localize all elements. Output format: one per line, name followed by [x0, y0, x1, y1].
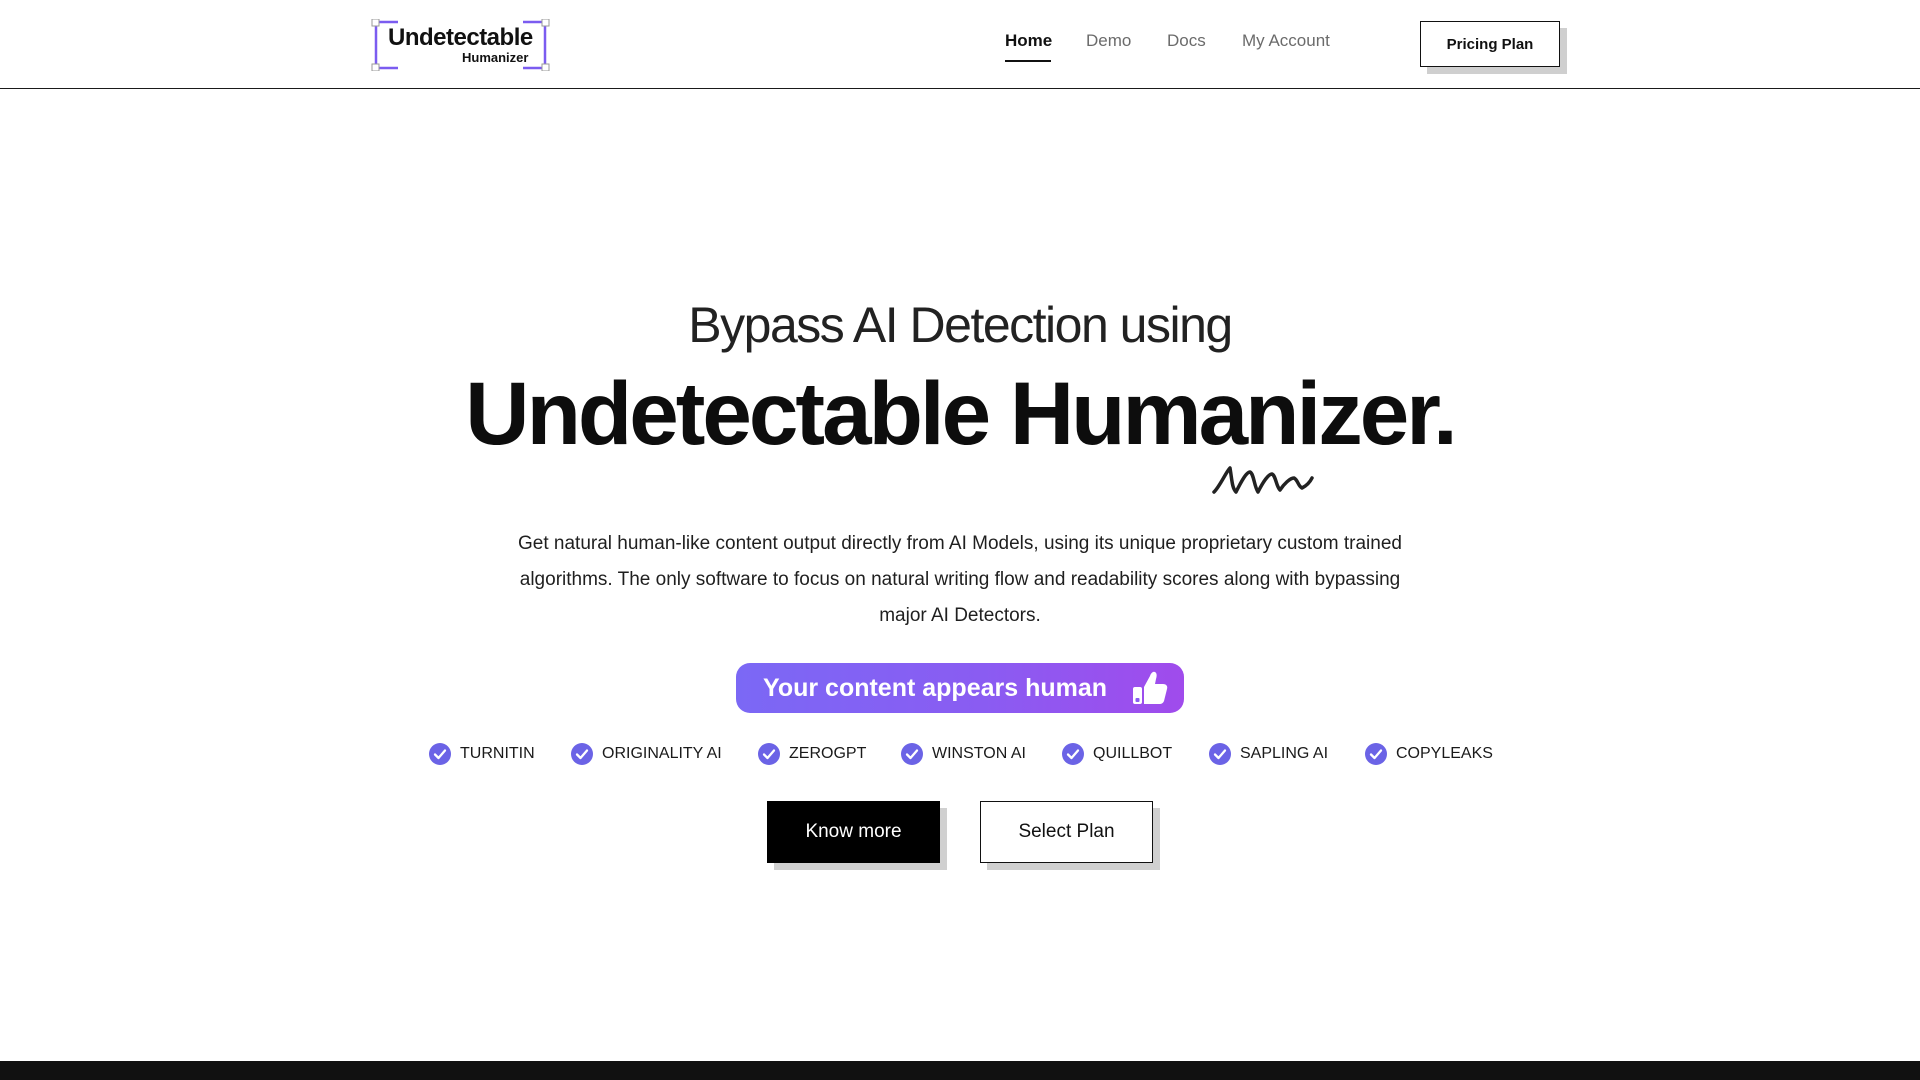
footer-bar	[0, 1061, 1920, 1080]
site-header: Undetectable Humanizer Home Demo Docs My…	[0, 0, 1920, 89]
check-circle-icon	[429, 743, 451, 765]
detector-item: WINSTON AI	[901, 742, 1026, 766]
detector-label: ORIGINALITY AI	[602, 745, 722, 762]
detector-label: TURNITIN	[460, 745, 535, 762]
detector-label: QUILLBOT	[1093, 745, 1173, 762]
detector-label: WINSTON AI	[932, 745, 1026, 762]
detector-label: SAPLING AI	[1240, 745, 1329, 762]
logo[interactable]: Undetectable Humanizer	[371, 19, 550, 71]
detector-label: COPYLEAKS	[1396, 745, 1493, 762]
check-circle-icon	[758, 743, 780, 765]
hero-description: Get natural human-like content output di…	[518, 533, 1402, 626]
know-more-button[interactable]: Know more	[767, 801, 940, 863]
nav-home[interactable]: Home	[1005, 31, 1052, 51]
nav-docs[interactable]: Docs	[1167, 31, 1206, 51]
detector-item: ZEROGPT	[758, 742, 866, 766]
select-plan-button[interactable]: Select Plan	[980, 801, 1153, 863]
logo-title: Undetectable	[388, 24, 533, 51]
nav-active-indicator	[1005, 60, 1051, 62]
check-circle-icon	[1209, 743, 1231, 765]
logo-subtitle: Humanizer	[462, 50, 529, 65]
detector-item: COPYLEAKS	[1365, 742, 1493, 766]
thumbs-up-icon	[1133, 671, 1168, 704]
detector-item: ORIGINALITY AI	[571, 742, 722, 766]
detector-label: ZEROGPT	[789, 745, 867, 762]
pricing-plan-button[interactable]: Pricing Plan	[1420, 21, 1560, 67]
detector-item: QUILLBOT	[1062, 742, 1172, 766]
hero-heading: Undetectable Humanizer.	[465, 363, 1457, 463]
detector-list: TURNITIN ORIGINALITY AI ZEROGPT WINSTON …	[0, 742, 1920, 766]
check-circle-icon	[1365, 743, 1387, 765]
check-circle-icon	[1062, 743, 1084, 765]
hero-subheading: Bypass AI Detection using	[688, 297, 1233, 353]
detector-item: TURNITIN	[429, 742, 535, 766]
badge-text: Your content appears human	[763, 673, 1108, 702]
check-circle-icon	[901, 743, 923, 765]
nav-my-account[interactable]: My Account	[1242, 31, 1330, 51]
check-circle-icon	[571, 743, 593, 765]
detector-item: SAPLING AI	[1209, 742, 1328, 766]
squiggle-underline-icon	[1212, 466, 1314, 494]
nav-demo[interactable]: Demo	[1086, 31, 1131, 51]
human-content-badge: Your content appears human	[736, 663, 1184, 713]
